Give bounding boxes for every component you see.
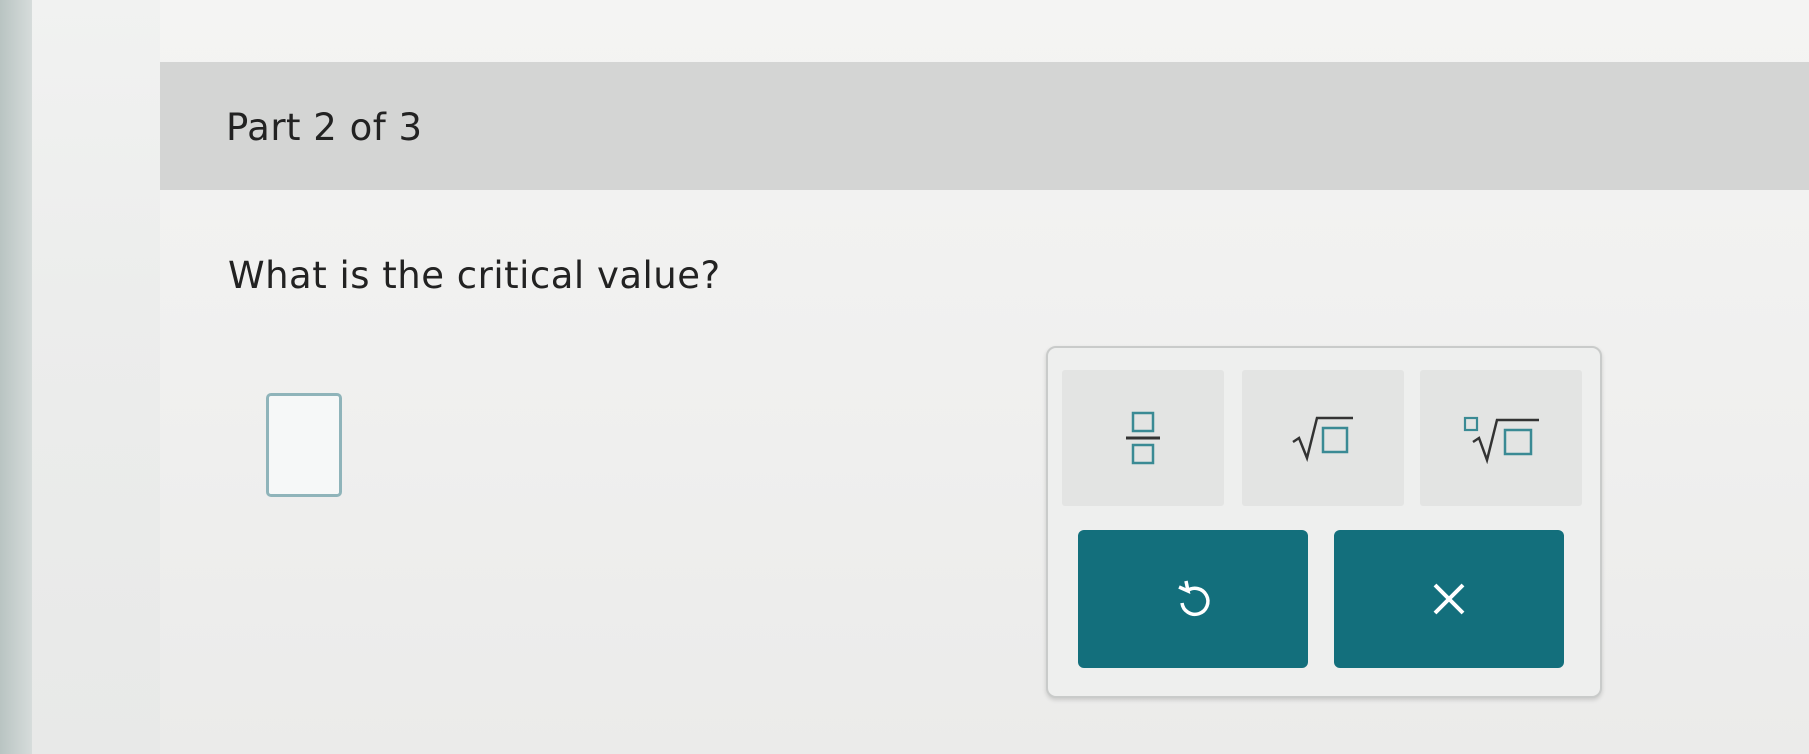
fraction-icon: [1126, 411, 1160, 465]
page: Part 2 of 3 What is the critical value?: [0, 0, 1809, 754]
clear-button[interactable]: [1334, 530, 1564, 668]
nth-root-icon: [1463, 416, 1539, 464]
clear-icon: [1433, 583, 1465, 615]
nth-root-button[interactable]: [1420, 370, 1582, 506]
fraction-button[interactable]: [1062, 370, 1224, 506]
square-root-button[interactable]: [1242, 370, 1404, 506]
undo-button[interactable]: [1078, 530, 1308, 668]
left-edge: [0, 0, 32, 754]
answer-input[interactable]: [266, 393, 342, 497]
part-title: Part 2 of 3: [226, 106, 423, 149]
undo-icon: [1178, 580, 1210, 617]
question-text: What is the critical value?: [228, 254, 721, 297]
square-root-icon: [1292, 416, 1353, 462]
math-palette: [1046, 346, 1602, 698]
